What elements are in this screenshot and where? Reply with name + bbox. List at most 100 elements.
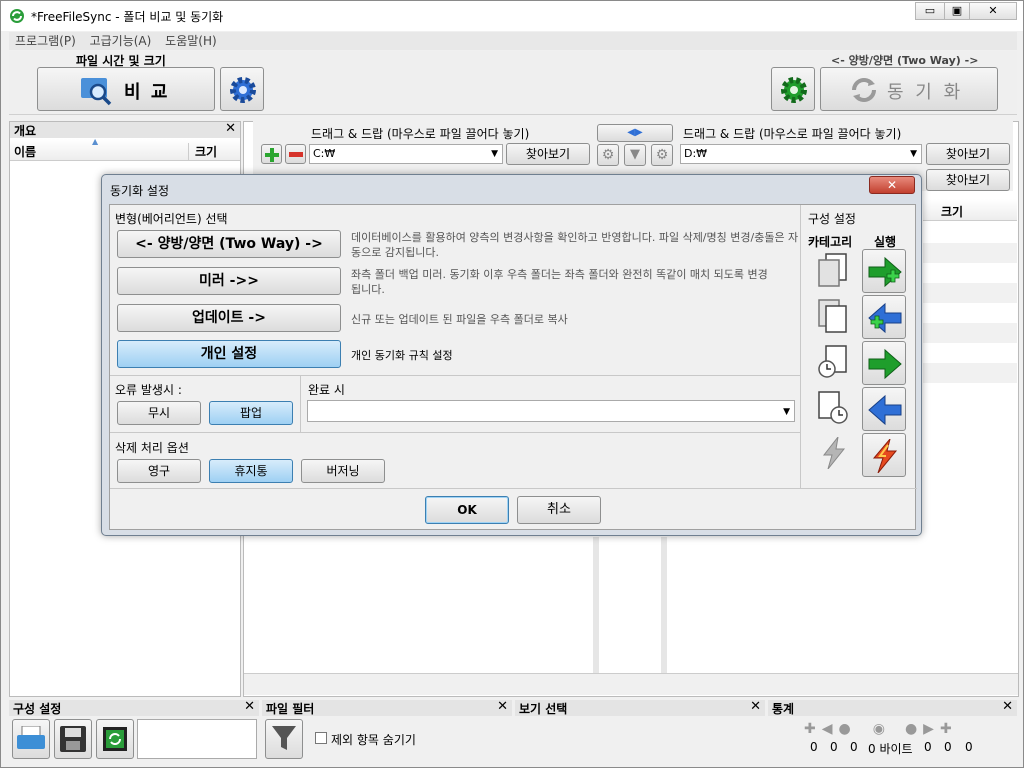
- action-header: 실행: [874, 235, 897, 249]
- filter-button[interactable]: [265, 719, 303, 759]
- green-gear-icon: [781, 77, 807, 103]
- column-name[interactable]: 이름: [14, 143, 36, 160]
- gear-icon: ⚙: [655, 147, 669, 163]
- left-create-icon: ✚: [804, 721, 822, 737]
- filter-panel-close-icon[interactable]: ✕: [497, 699, 508, 714]
- close-button[interactable]: ✕: [969, 2, 1017, 20]
- stats-icons: ✚◀● ◉ ●▶✚: [804, 721, 984, 737]
- right-delete-icon: ●: [904, 721, 924, 737]
- config-panel-header: 구성 설정 ✕: [9, 699, 259, 716]
- title-bar: *FreeFileSync - 폴더 비교 및 동기화 ▭ ▣ ✕: [1, 1, 1023, 31]
- left-browse-button[interactable]: 찾아보기: [506, 143, 590, 165]
- on-error-ignore-label: 무시: [147, 406, 171, 420]
- right-grid-rows: [923, 223, 1017, 393]
- right-folder-input[interactable]: D:₩ ▼: [680, 144, 922, 164]
- on-completion-title: 완료 시: [308, 383, 345, 397]
- save-config-button[interactable]: [54, 719, 92, 759]
- right-grid-header: 크기: [923, 199, 1017, 221]
- green-arrow-plus-icon: [868, 256, 902, 288]
- left-compare-config-button[interactable]: ⚙: [597, 144, 619, 166]
- dialog-body: 변형(베어리언트) 선택 <- 양방/양면 (Two Way) -> 데이터베이…: [109, 204, 917, 530]
- overview-close-icon[interactable]: ✕: [225, 121, 236, 136]
- filter-config-button[interactable]: ▼: [624, 144, 646, 166]
- sync-settings-button[interactable]: [771, 67, 815, 111]
- custom-button[interactable]: 개인 설정: [117, 340, 341, 368]
- deletion-permanent-label: 영구: [147, 464, 171, 478]
- overview-title: 개요: [14, 124, 37, 138]
- left-newer-clock-icon: [818, 345, 847, 378]
- hide-excluded-checkbox[interactable]: [315, 732, 327, 744]
- update-button[interactable]: 업데이트 ->: [117, 304, 341, 332]
- blue-gear-icon: [230, 77, 256, 103]
- config-panel-title: 구성 설정: [13, 702, 62, 716]
- minimize-icon: ▭: [924, 4, 936, 17]
- new-config-button[interactable]: [12, 719, 50, 759]
- sync-settings-dialog: 동기화 설정 ✕ 변형(베어리언트) 선택 <- 양방/양면 (Two Way)…: [101, 174, 922, 536]
- sort-ascending-icon: ▲: [92, 137, 99, 146]
- column-size[interactable]: 크기: [188, 143, 217, 161]
- cancel-button[interactable]: 취소: [517, 496, 601, 524]
- config-panel-close-icon[interactable]: ✕: [244, 699, 255, 714]
- synchronize-label: 동 기 화: [887, 82, 964, 103]
- deletion-permanent-button[interactable]: 영구: [117, 459, 201, 483]
- window-title: *FreeFileSync - 폴더 비교 및 동기화: [31, 10, 224, 24]
- action-overwrite-left-button[interactable]: [862, 387, 906, 431]
- batch-job-button[interactable]: [96, 719, 134, 759]
- stats-panel-header: 통계 ✕: [768, 699, 1017, 716]
- compare-button[interactable]: 비 교: [37, 67, 215, 111]
- update-description: 신규 또는 업데이트 된 파일을 우측 폴더로 복사: [351, 313, 568, 326]
- view-panel-close-icon[interactable]: ✕: [750, 699, 761, 714]
- gear-icon: ⚙: [601, 147, 615, 163]
- menu-program[interactable]: 프로그램(P): [15, 34, 76, 48]
- swap-sides-button[interactable]: ◀▶: [597, 124, 673, 142]
- stats-panel-close-icon[interactable]: ✕: [1002, 699, 1013, 714]
- right-drag-drop-hint: 드래그 & 드랍 (마우스로 파일 끌어다 놓기): [683, 127, 902, 141]
- action-overwrite-right-button[interactable]: [862, 341, 906, 385]
- menu-help[interactable]: 도움말(H): [165, 34, 217, 48]
- compare-settings-button[interactable]: [220, 67, 264, 111]
- sync-config-button[interactable]: ⚙: [651, 144, 673, 166]
- cancel-label: 취소: [547, 502, 571, 517]
- app-sync-icon: [10, 9, 24, 23]
- right-browse-button[interactable]: 찾아보기: [926, 143, 1010, 165]
- ok-button[interactable]: OK: [425, 496, 509, 524]
- left-folder-input[interactable]: C:₩ ▼: [309, 144, 503, 164]
- right-update-icon: ▶: [923, 721, 940, 737]
- right-column-size[interactable]: 크기: [941, 203, 963, 220]
- divider-variants: [110, 375, 800, 376]
- dialog-close-button[interactable]: ✕: [869, 176, 915, 194]
- divider-config: [800, 205, 801, 488]
- funnel-icon: [272, 726, 296, 750]
- synchronize-button[interactable]: 동 기 화: [820, 67, 998, 111]
- on-error-popup-button[interactable]: 팝업: [209, 401, 293, 425]
- action-conflict-button[interactable]: [862, 433, 906, 477]
- custom-label: 개인 설정: [200, 346, 258, 362]
- on-error-popup-label: 팝업: [239, 406, 263, 420]
- config-list[interactable]: [137, 719, 257, 759]
- deletion-versioning-button[interactable]: 버저닝: [301, 459, 385, 483]
- green-arrow-right-icon: [868, 348, 902, 380]
- two-way-button[interactable]: <- 양방/양면 (Two Way) ->: [117, 230, 341, 258]
- right-create-icon: ✚: [939, 721, 958, 737]
- remove-folder-pair-button[interactable]: [285, 144, 306, 164]
- sync-variant-label: <- 양방/양면 (Two Way) ->: [831, 54, 979, 67]
- action-create-right-button[interactable]: [862, 249, 906, 293]
- mirror-button[interactable]: 미러 ->>: [117, 267, 341, 295]
- menu-advanced[interactable]: 고급기능(A): [90, 34, 152, 48]
- stat-right-create: 0: [965, 740, 973, 754]
- ok-label: OK: [457, 503, 477, 517]
- on-error-ignore-button[interactable]: 무시: [117, 401, 201, 425]
- chevron-down-icon: ▼: [783, 407, 790, 417]
- deletion-recycle-button[interactable]: 휴지통: [209, 459, 293, 483]
- on-completion-input[interactable]: ▼: [307, 400, 795, 422]
- filter-panel-title: 파일 필터: [266, 702, 315, 716]
- maximize-button[interactable]: ▣: [944, 2, 970, 20]
- divider-footer: [110, 488, 917, 489]
- stats-values: 0 0 0 0 바이트 0 0 0: [808, 740, 1008, 756]
- right-browse-button-2[interactable]: 찾아보기: [926, 169, 1010, 191]
- action-delete-left-button[interactable]: [862, 295, 906, 339]
- blue-arrow-left-icon: [868, 394, 902, 426]
- left-only-file-icon: [818, 253, 847, 287]
- minimize-button[interactable]: ▭: [915, 2, 945, 20]
- add-folder-pair-button[interactable]: [261, 144, 282, 164]
